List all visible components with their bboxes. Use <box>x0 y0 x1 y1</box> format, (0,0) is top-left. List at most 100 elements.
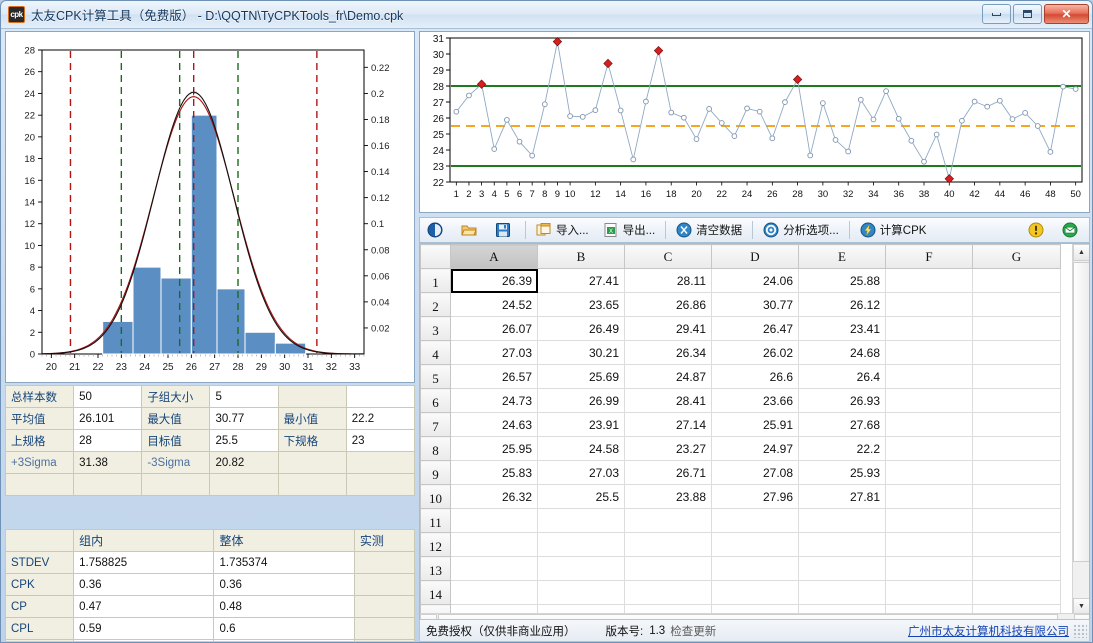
clear-data-button[interactable]: 清空数据 <box>670 219 748 241</box>
grid-cell-G2[interactable] <box>972 292 1061 317</box>
grid-row-header-3[interactable]: 3 <box>420 316 451 341</box>
grid-cell-D13[interactable] <box>711 556 799 581</box>
grid-cell-G6[interactable] <box>972 388 1061 413</box>
vertical-scroll-thumb[interactable] <box>1073 262 1089 562</box>
grid-cell-F11[interactable] <box>885 508 973 533</box>
grid-cell-F6[interactable] <box>885 388 973 413</box>
grid-row-header-9[interactable]: 9 <box>420 460 451 485</box>
grid-cell-G5[interactable] <box>972 364 1061 389</box>
company-link[interactable]: 广州市太友计算机科技有限公司 <box>908 623 1069 639</box>
grid-cell-B1[interactable]: 27.41 <box>537 268 625 293</box>
grid-cell-F9[interactable] <box>885 460 973 485</box>
grid-cell-D2[interactable]: 30.77 <box>711 292 799 317</box>
grid-cell-G12[interactable] <box>972 532 1061 557</box>
grid-cell-B13[interactable] <box>537 556 625 581</box>
grid-cell-E7[interactable]: 27.68 <box>798 412 886 437</box>
grid-col-header-G[interactable]: G <box>972 244 1061 269</box>
grid-cell-F7[interactable] <box>885 412 973 437</box>
grid-cell-E4[interactable]: 24.68 <box>798 340 886 365</box>
grid-cell-A5[interactable]: 26.57 <box>450 364 538 389</box>
grid-cell-E3[interactable]: 23.41 <box>798 316 886 341</box>
grid-row-header-12[interactable]: 12 <box>420 532 451 557</box>
data-grid[interactable]: A B C D E F G 1 26.39 27.41 28.11 24.06 25.88… <box>419 243 1090 631</box>
grid-row-header-4[interactable]: 4 <box>420 340 451 365</box>
grid-cell-E8[interactable]: 22.2 <box>798 436 886 461</box>
grid-cell-C12[interactable] <box>624 532 712 557</box>
grid-cell-E2[interactable]: 26.12 <box>798 292 886 317</box>
grid-cell-F13[interactable] <box>885 556 973 581</box>
grid-cell-C5[interactable]: 24.87 <box>624 364 712 389</box>
grid-cell-C4[interactable]: 26.34 <box>624 340 712 365</box>
grid-col-header-E[interactable]: E <box>798 244 886 269</box>
grid-cell-A13[interactable] <box>450 556 538 581</box>
grid-vertical-scrollbar[interactable]: ▲ ▼ <box>1072 244 1089 615</box>
grid-cell-B14[interactable] <box>537 580 625 605</box>
grid-row-header-10[interactable]: 10 <box>420 484 451 509</box>
grid-row-header-7[interactable]: 7 <box>420 412 451 437</box>
scroll-up-button[interactable]: ▲ <box>1073 244 1089 261</box>
grid-cell-G3[interactable] <box>972 316 1061 341</box>
grid-cell-D9[interactable]: 27.08 <box>711 460 799 485</box>
grid-cell-E9[interactable]: 25.93 <box>798 460 886 485</box>
grid-cell-F12[interactable] <box>885 532 973 557</box>
grid-cell-G7[interactable] <box>972 412 1061 437</box>
grid-cell-E12[interactable] <box>798 532 886 557</box>
grid-cell-B6[interactable]: 26.99 <box>537 388 625 413</box>
grid-cell-F3[interactable] <box>885 316 973 341</box>
grid-cell-G11[interactable] <box>972 508 1061 533</box>
grid-cell-A11[interactable] <box>450 508 538 533</box>
grid-row-header-2[interactable]: 2 <box>420 292 451 317</box>
close-button[interactable]: ✕ <box>1044 4 1089 24</box>
grid-cell-B4[interactable]: 30.21 <box>537 340 625 365</box>
grid-row-header-11[interactable]: 11 <box>420 508 451 533</box>
grid-col-header-A[interactable]: A <box>450 244 538 269</box>
minimize-button[interactable] <box>982 4 1011 24</box>
grid-col-header-B[interactable]: B <box>537 244 625 269</box>
check-update-link[interactable]: 检查更新 <box>670 623 716 639</box>
grid-cell-G4[interactable] <box>972 340 1061 365</box>
grid-cell-C10[interactable]: 23.88 <box>624 484 712 509</box>
grid-cell-D10[interactable]: 27.96 <box>711 484 799 509</box>
maximize-button[interactable] <box>1013 4 1042 24</box>
export-button[interactable]: X 导出... <box>597 219 662 241</box>
grid-cell-B11[interactable] <box>537 508 625 533</box>
grid-corner-cell[interactable] <box>420 244 451 269</box>
grid-cell-E10[interactable]: 27.81 <box>798 484 886 509</box>
grid-cell-C7[interactable]: 27.14 <box>624 412 712 437</box>
grid-cell-B10[interactable]: 25.5 <box>537 484 625 509</box>
mail-button[interactable] <box>1056 219 1088 241</box>
grid-cell-F1[interactable] <box>885 268 973 293</box>
grid-cell-C14[interactable] <box>624 580 712 605</box>
grid-cell-D1[interactable]: 24.06 <box>711 268 799 293</box>
grid-cell-D14[interactable] <box>711 580 799 605</box>
grid-cell-A6[interactable]: 24.73 <box>450 388 538 413</box>
grid-cell-C9[interactable]: 26.71 <box>624 460 712 485</box>
grid-col-header-D[interactable]: D <box>711 244 799 269</box>
grid-cell-B3[interactable]: 26.49 <box>537 316 625 341</box>
grid-cell-G1[interactable] <box>972 268 1061 293</box>
grid-cell-F8[interactable] <box>885 436 973 461</box>
grid-cell-E5[interactable]: 26.4 <box>798 364 886 389</box>
grid-cell-E6[interactable]: 26.93 <box>798 388 886 413</box>
grid-col-header-C[interactable]: C <box>624 244 712 269</box>
grid-cell-C1[interactable]: 28.11 <box>624 268 712 293</box>
grid-cell-D3[interactable]: 26.47 <box>711 316 799 341</box>
grid-cell-G8[interactable] <box>972 436 1061 461</box>
grid-cell-D11[interactable] <box>711 508 799 533</box>
grid-cell-F14[interactable] <box>885 580 973 605</box>
grid-cell-E1[interactable]: 25.88 <box>798 268 886 293</box>
grid-cell-C2[interactable]: 26.86 <box>624 292 712 317</box>
grid-cell-A3[interactable]: 26.07 <box>450 316 538 341</box>
new-file-button[interactable] <box>421 219 453 241</box>
grid-cell-E14[interactable] <box>798 580 886 605</box>
grid-cell-A4[interactable]: 27.03 <box>450 340 538 365</box>
grid-cell-F4[interactable] <box>885 340 973 365</box>
grid-cell-D7[interactable]: 25.91 <box>711 412 799 437</box>
grid-cell-G14[interactable] <box>972 580 1061 605</box>
grid-cell-D6[interactable]: 23.66 <box>711 388 799 413</box>
grid-cell-B5[interactable]: 25.69 <box>537 364 625 389</box>
grid-cell-C11[interactable] <box>624 508 712 533</box>
grid-row-header-13[interactable]: 13 <box>420 556 451 581</box>
grid-cell-C13[interactable] <box>624 556 712 581</box>
grid-cell-A12[interactable] <box>450 532 538 557</box>
